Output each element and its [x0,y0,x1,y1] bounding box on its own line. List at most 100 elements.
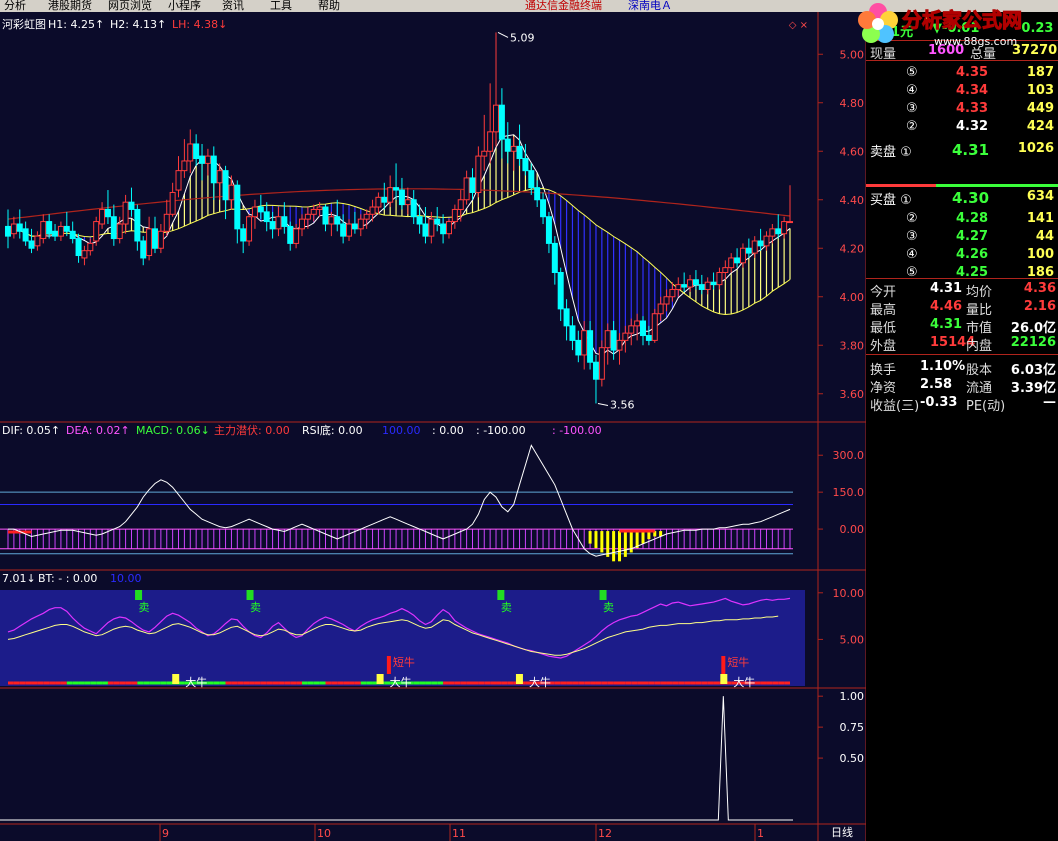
candle [316,206,323,210]
short-bull-label: 短牛 [393,655,415,669]
logo: 分析家公式网 www.88gs.com [854,0,1058,52]
buy-label: 大牛 [529,675,551,689]
candle [216,170,223,184]
buy-volume: 634 [1026,189,1054,204]
candle [10,223,17,235]
candle [134,208,141,242]
y-tick-label: 4.00 [840,291,865,304]
candle [387,187,394,203]
x-tick-label: 12 [598,827,612,840]
x-tick-label: 10 [317,827,331,840]
stat-value: 4.36 [1023,281,1056,296]
sell-volume: 1026 [1017,141,1054,156]
sell-marker [599,590,607,600]
menu-item-hk-futures[interactable]: 港股期货 [48,0,92,12]
buy-level-label: ④ [906,247,918,262]
sell-level-label: ③ [906,101,918,116]
menu-item-mini-program[interactable]: 小程序 [168,0,201,12]
buy-marker [720,674,728,684]
candle [516,145,523,160]
candle [481,150,488,157]
stat2-row: 换手 1.10% 股本 6.03亿 [866,358,1058,378]
sell-marker [497,590,505,600]
candle [781,221,788,235]
logo-text: 分析家公式网 [902,8,1022,32]
candle [75,238,82,257]
candle [569,325,576,341]
low-annotation: 3.56 [610,398,635,411]
candle [151,228,158,249]
stock-name: 深南电Ａ [628,0,672,12]
y-tick-label: 5.00 [840,633,865,646]
sell-row: ⑤ 4.35 187 [866,64,1058,82]
candle [557,272,564,310]
candle [769,228,776,237]
candle [5,225,11,237]
candle [269,221,276,230]
candle [34,235,41,247]
menu-item-browser[interactable]: 网页浏览 [108,0,152,12]
buy-volume: 44 [1035,229,1054,244]
stat-value: — [1043,395,1056,410]
buy-label: 大牛 [185,675,207,689]
candle [551,242,558,273]
sell-row: ③ 4.33 449 [866,100,1058,118]
candle [310,208,317,215]
stat-value: 2.16 [1023,299,1056,314]
sell-level-label: ② [906,119,918,134]
legend-entry: 7.01↓ [2,572,36,585]
stat-label: 外盘 [870,339,897,354]
candle [398,189,405,206]
candle [640,320,647,337]
candle [275,216,282,230]
candle [698,284,705,290]
sell-price: 4.31 [952,141,990,159]
candle [622,332,629,341]
sell-label: 卖 [139,601,150,614]
sell-volume: 449 [1026,101,1054,116]
buy-marker [172,674,180,684]
candle [440,223,447,235]
candle [598,347,605,380]
chart-title: 河彩虹图 [2,18,46,31]
legend-entry: H1: 4.25↑ [48,18,104,31]
candle [787,221,793,224]
y-tick-label: 0.75 [840,721,865,734]
candle [128,201,135,210]
menu-item-news[interactable]: 资讯 [222,0,244,12]
candle [99,208,106,225]
candle [193,143,200,160]
candle [710,281,717,286]
buy-price: 4.27 [956,229,989,244]
sell-price: 4.34 [956,83,989,98]
legend-entry: DEA: 0.02↑ [66,424,130,437]
candle [510,145,517,152]
menu-item-tools[interactable]: 工具 [270,0,292,12]
candle [704,281,711,290]
buy-price: 4.28 [956,211,989,226]
candle [181,160,188,172]
candle [140,240,147,259]
candle [169,191,176,215]
stat-row: 最低 4.31 市值 26.0亿 [866,316,1058,336]
candle [734,257,741,264]
legend-entry: DIF: 0.05↑ [2,424,60,437]
candle [157,230,164,249]
candle [281,216,288,227]
candle [52,230,59,237]
y-tick-label: 1.00 [840,690,865,703]
candle [751,240,758,254]
menu-item-help[interactable]: 帮助 [318,0,340,12]
candle [40,221,47,240]
candle [651,313,658,341]
menu-item-analysis[interactable]: 分析 [4,0,26,12]
y-tick-label: 4.60 [840,145,865,158]
candle [222,170,229,201]
candle [616,339,623,351]
candle [587,330,594,363]
stat-value: 1.10% [920,359,966,374]
buy-marker [515,674,523,684]
stat-row: 外盘 15144 内盘 22126 [866,334,1058,354]
candle [87,242,94,252]
candle [393,187,400,191]
